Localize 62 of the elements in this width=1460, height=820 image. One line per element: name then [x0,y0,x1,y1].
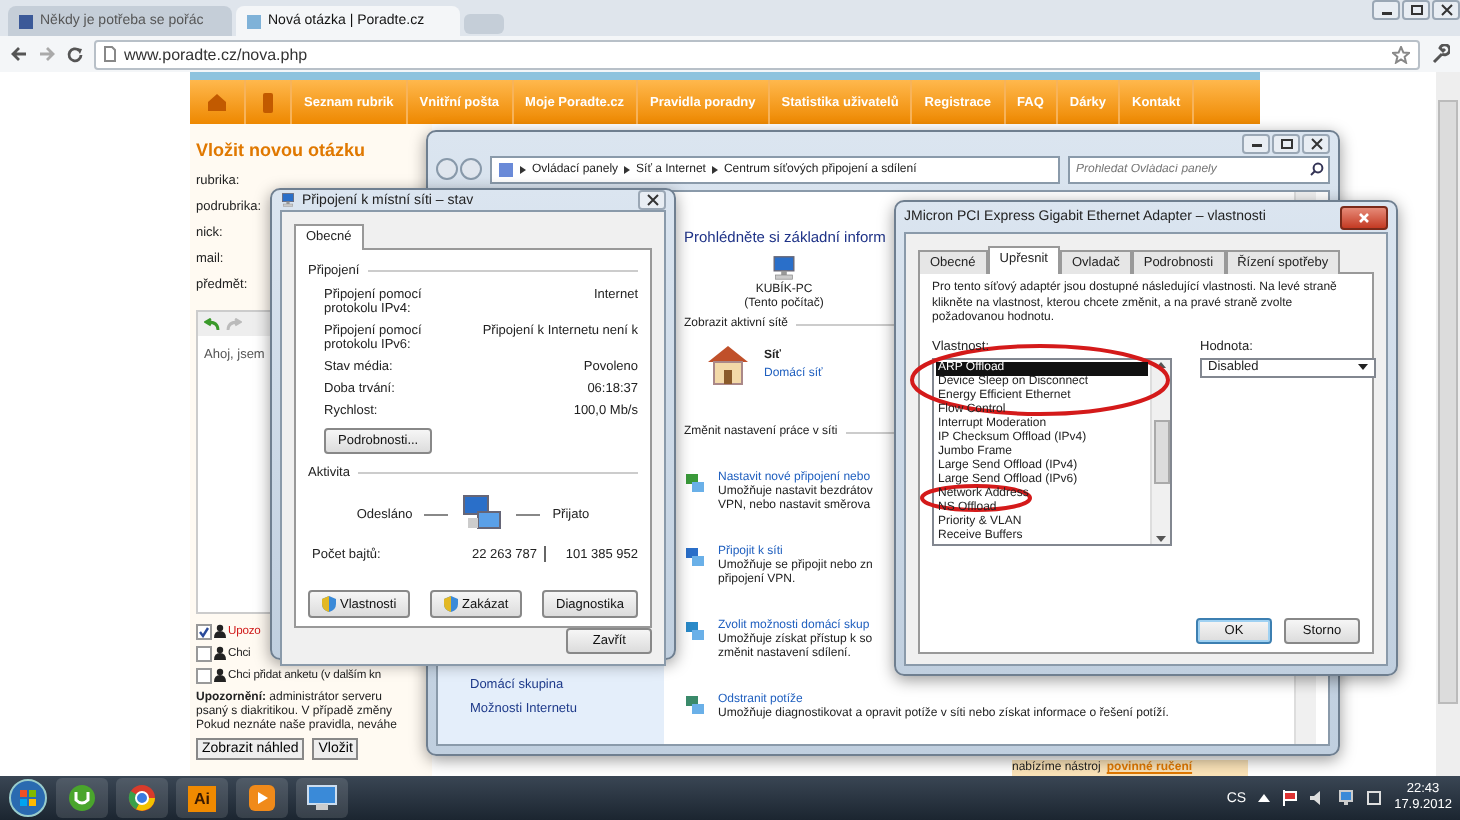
start-button[interactable] [8,778,48,818]
reload-icon[interactable] [66,45,84,63]
maximize-button[interactable] [1402,0,1430,20]
scroll-up-icon[interactable] [1156,359,1166,367]
breadcrumb-arrow-icon [520,165,526,173]
back-icon[interactable] [10,46,28,62]
show-hidden-icons-icon[interactable] [1258,794,1271,802]
network-app-icon[interactable] [306,784,338,812]
figure-icon [214,668,226,682]
property-list[interactable] [932,357,1172,545]
close-button[interactable] [1302,133,1330,153]
minimize-button[interactable] [1242,133,1270,153]
figure-icon [214,646,226,660]
network-computers-icon [460,494,505,534]
undo-icon[interactable] [204,317,220,331]
close-button[interactable] [638,190,666,210]
scrollbar[interactable] [1436,72,1460,776]
page-icon [18,13,34,29]
checkbox[interactable] [196,645,212,661]
address-bar[interactable]: www.poradte.cz/nova.php [94,39,1420,69]
checkbox[interactable] [196,623,212,639]
checkbox[interactable] [196,667,212,683]
computer-icon [280,192,296,208]
breadcrumb-arrow-icon [711,165,718,173]
scroll-down-icon[interactable] [1156,535,1166,543]
maximize-icon [1279,137,1293,149]
flag-icon[interactable] [1282,790,1299,806]
minimize-icon [1249,138,1263,148]
control-panel-icon [498,161,514,177]
page-icon [246,13,262,29]
computer-icon [770,254,798,282]
maximize-icon [1409,4,1423,16]
shield-icon [444,596,459,612]
search-icon[interactable] [1310,162,1324,176]
star-icon[interactable] [1392,45,1410,63]
network-task-icon [684,694,706,716]
close-icon [1358,211,1370,223]
wrench-icon[interactable] [1430,44,1450,64]
browser-app-icon[interactable] [128,784,156,812]
network-task-icon [684,472,706,494]
minimize-button[interactable] [1372,0,1400,20]
torrent-app-icon[interactable] [68,784,96,812]
close-icon [645,194,659,206]
house-icon [704,342,752,386]
illustrator-app-icon[interactable]: Ai [188,785,216,811]
media-player-icon[interactable] [248,784,276,812]
close-button[interactable] [1340,205,1388,229]
figure-icon [214,624,226,638]
maximize-button[interactable] [1272,133,1300,153]
network-task-icon [684,620,706,642]
page-icon [104,46,116,62]
network-status-icon[interactable] [1338,790,1355,806]
close-icon [1439,4,1453,16]
list-scrollbar[interactable] [1150,359,1170,543]
close-button[interactable] [1432,0,1460,20]
form-title: Vložit novou otázku [196,140,367,160]
caret-icon [1358,364,1368,370]
network-task-icon [684,546,706,568]
breadcrumb-arrow-icon [624,165,631,173]
close-icon [1309,137,1323,149]
shield-icon [322,596,336,612]
checkmark-icon [198,625,210,637]
